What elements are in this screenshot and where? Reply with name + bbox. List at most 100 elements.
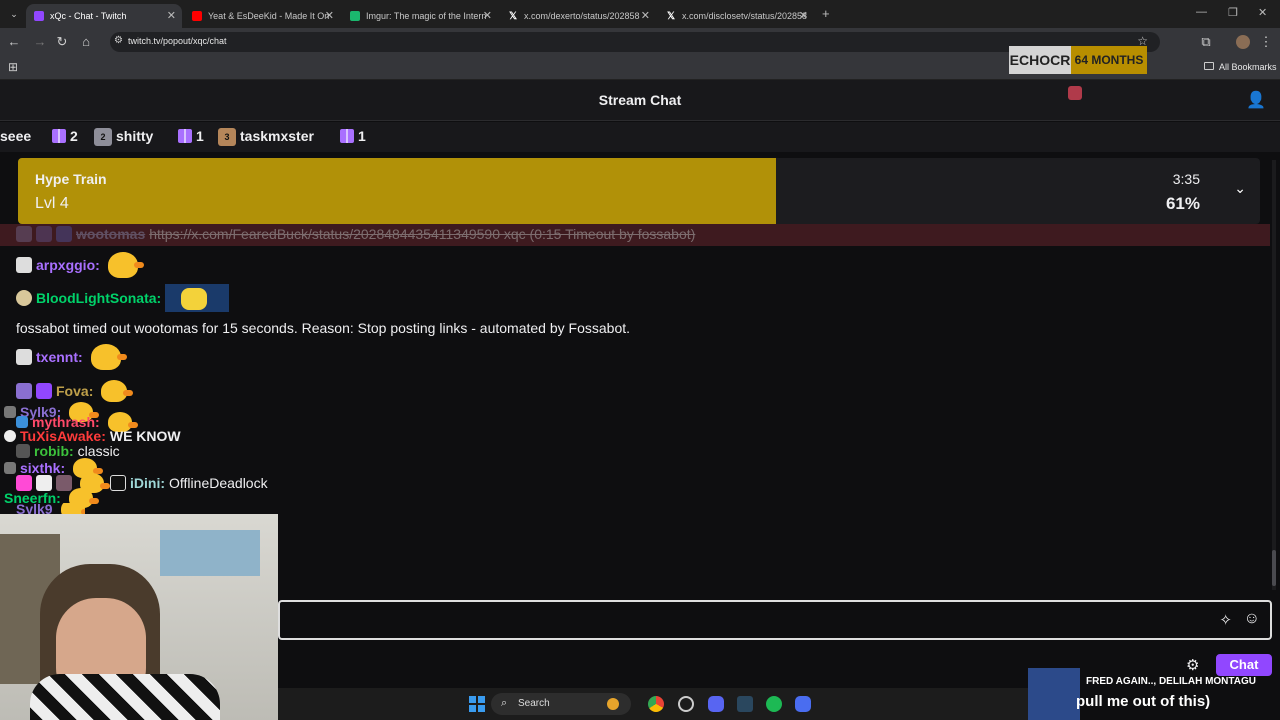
twitch-icon (34, 11, 44, 21)
gifter-item[interactable]: 2 shitty (94, 128, 153, 146)
emote-picker-icon[interactable]: ☺ (1244, 610, 1260, 628)
badge-icon (16, 416, 28, 428)
badge-icon (4, 430, 16, 442)
minimize-icon[interactable]: — (1196, 6, 1207, 18)
rank-badge: 3 (218, 128, 236, 146)
new-tab-button[interactable]: + (822, 6, 830, 21)
site-info-icon[interactable]: ⚙ (114, 35, 123, 46)
app-icon[interactable] (795, 696, 811, 712)
close-icon[interactable]: ✕ (641, 9, 650, 22)
browser-tab-bar: ⌄ xQc - Chat - Twitch ✕ Yeat & EsDeeKid … (0, 0, 1280, 28)
tab-youtube[interactable]: Yeat & EsDeeKid - Made It On ✕ (184, 4, 340, 28)
gifter-name: seee (0, 128, 32, 144)
gift-icon (340, 129, 354, 143)
hype-train-banner[interactable]: Hype Train Lvl 4 3:35 61% ⌄ (18, 158, 1260, 224)
profile-avatar[interactable] (1236, 35, 1250, 49)
tab-twitch-chat[interactable]: xQc - Chat - Twitch ✕ (26, 4, 182, 28)
tab-title: xQc - Chat - Twitch (50, 11, 127, 21)
chat-scrollbar[interactable] (1272, 160, 1276, 590)
gifter-item[interactable]: seee (0, 128, 31, 144)
hype-train-level: Lvl 4 (35, 195, 69, 212)
duck-emote (90, 344, 127, 370)
gifter-item[interactable]: 3 taskmxster (218, 128, 314, 146)
music-artist: FRED AGAIN.., DELILAH MONTAGU (1086, 676, 1256, 687)
duck-emote (107, 252, 144, 278)
discord-icon[interactable] (708, 696, 724, 712)
chat-username[interactable]: wootomas (76, 226, 145, 242)
gifter-name: taskmxster (240, 128, 314, 144)
reload-icon[interactable]: ↻ (54, 34, 70, 50)
close-icon[interactable]: ✕ (167, 9, 176, 22)
home-icon[interactable]: ⌂ (78, 34, 94, 50)
apps-grid-icon[interactable]: ⊞ (8, 60, 18, 74)
hype-train-progress (18, 158, 776, 224)
taskbar-search[interactable]: ⌕ Search (491, 693, 631, 715)
chat-message: BloodLightSonata: (16, 284, 230, 312)
tab-x-disclosetv[interactable]: 𝕏 x.com/disclosetv/status/202858 ✕ (658, 4, 814, 28)
close-icon[interactable]: ✕ (325, 9, 334, 22)
badge-icon (36, 226, 52, 242)
spotify-icon[interactable] (766, 696, 782, 712)
chat-message: robib: classic (16, 443, 120, 459)
chat-text: https://x.com/FearedBuck/status/20284844… (149, 226, 696, 242)
tab-title: x.com/disclosetv/status/202858 (682, 11, 808, 21)
tab-x-dexerto[interactable]: 𝕏 x.com/dexerto/status/202858 ✕ (500, 4, 656, 28)
badge-icon (4, 406, 16, 418)
chat-text: classic (77, 443, 120, 459)
badge-icon (110, 475, 126, 491)
chat-username[interactable]: robib: (34, 443, 74, 459)
music-title: pull me out of this) (1076, 693, 1211, 710)
chat-input[interactable]: ✧ ☺ (278, 600, 1272, 640)
chat-username[interactable]: iDini: (130, 475, 165, 491)
x-icon: 𝕏 (508, 10, 518, 22)
badge-icon (16, 444, 30, 458)
badge-icon (16, 383, 32, 399)
chat-header: Stream Chat 👤 (0, 80, 1280, 121)
tab-imgur[interactable]: Imgur: The magic of the Intern ✕ (342, 4, 498, 28)
page-title: Stream Chat (598, 92, 682, 108)
steam-icon[interactable] (737, 696, 753, 712)
chat-message: wootomas https://x.com/FearedBuck/status… (16, 226, 695, 242)
close-icon[interactable]: ✕ (483, 9, 492, 22)
search-placeholder: Search (518, 698, 550, 709)
extensions-icon[interactable]: ⧉ (1198, 34, 1214, 50)
url-field[interactable]: ⚙ twitch.tv/popout/xqc/chat ☆ (110, 32, 1160, 52)
badge-icon (16, 257, 32, 273)
hype-train-label: Hype Train (35, 171, 107, 187)
rank-badge: 2 (94, 128, 112, 146)
obs-icon[interactable] (678, 696, 694, 712)
album-art (1028, 668, 1080, 720)
url-text: twitch.tv/popout/xqc/chat (128, 36, 227, 46)
tab-title: Imgur: The magic of the Intern (366, 11, 487, 21)
chat-username[interactable]: arpxggio: (36, 257, 100, 273)
chrome-icon[interactable] (648, 696, 664, 712)
close-icon[interactable]: ✕ (799, 9, 808, 22)
chat-message: Fova: (16, 380, 134, 402)
scrollbar-thumb[interactable] (1272, 550, 1276, 586)
chat-message: TuXisAwake: WE KNOW (4, 428, 181, 444)
imgur-icon (350, 11, 360, 21)
window-close-icon[interactable]: ✕ (1258, 6, 1267, 19)
tab-title: x.com/dexerto/status/202858 (524, 11, 640, 21)
back-icon[interactable]: ← (6, 34, 22, 50)
users-icon[interactable]: 👤 (1246, 90, 1266, 110)
windows-start-icon[interactable] (469, 696, 485, 712)
bits-icon[interactable]: ✧ (1219, 611, 1232, 629)
chat-username[interactable]: txennt: (36, 349, 83, 365)
gift-icon (52, 129, 66, 143)
menu-icon[interactable]: ⋮ (1258, 34, 1274, 50)
chevron-down-icon[interactable]: ⌄ (1234, 180, 1246, 197)
all-bookmarks-link[interactable]: All Bookmarks (1219, 62, 1277, 72)
chat-username[interactable]: BloodLightSonata: (36, 290, 161, 306)
search-icon: ⌕ (501, 697, 508, 709)
forward-icon[interactable]: → (32, 34, 48, 50)
sub-overlay: ECHOCR 64 MONTHS (1009, 46, 1147, 74)
hype-train-percent: 61% (1165, 194, 1200, 213)
restore-icon[interactable]: ❐ (1228, 6, 1238, 19)
chat-username[interactable]: Fova: (56, 383, 93, 399)
now-playing-overlay: FRED AGAIN.., DELILAH MONTAGU pull me ou… (1028, 668, 1280, 720)
badge-icon (36, 383, 52, 399)
chat-username[interactable]: TuXisAwake: (20, 428, 106, 444)
tab-search-icon[interactable]: ⌄ (6, 6, 22, 22)
folder-icon (1204, 62, 1214, 70)
